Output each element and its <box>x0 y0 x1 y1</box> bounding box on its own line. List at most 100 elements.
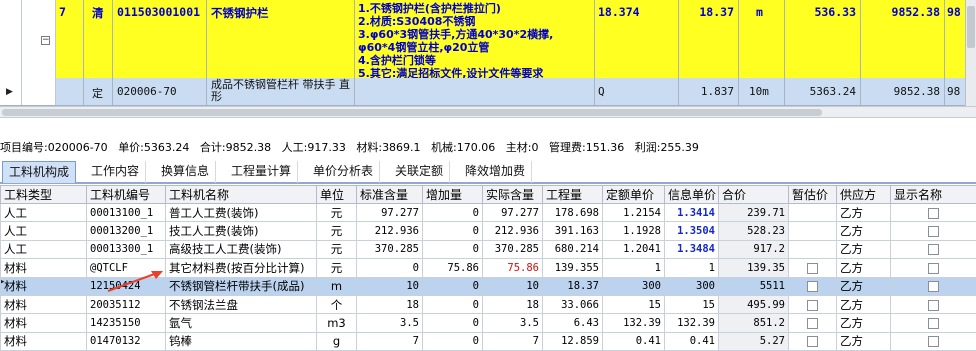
actual-qty-cell[interactable]: 97.277 <box>482 202 543 223</box>
provisional-checkbox[interactable] <box>807 262 818 274</box>
resource-name-cell[interactable]: 氩气 <box>165 313 317 333</box>
resource-name-cell[interactable]: 普工人工费(装饰) <box>165 202 317 223</box>
provisional-checkbox[interactable] <box>807 336 818 348</box>
resource-type-cell[interactable]: 人工 <box>0 239 87 260</box>
added-qty-cell[interactable]: 0 <box>422 239 483 260</box>
standard-qty-cell[interactable]: 3.5 <box>356 313 423 333</box>
provisional-checkbox[interactable] <box>807 281 818 293</box>
quota-price-cell[interactable]: 1.2041 <box>602 239 665 260</box>
info-price-cell[interactable]: 132.39 <box>664 313 719 333</box>
col-header-provisional[interactable]: 暂估价 <box>788 185 837 204</box>
unit-cell[interactable]: g <box>316 331 357 351</box>
supplier-cell[interactable]: 乙方 <box>836 331 891 351</box>
table-row[interactable]: 人工 00013100_1 普工人工费(装饰) 元 97.277 0 97.277 178.6… <box>0 202 976 223</box>
col-header-quantity[interactable]: 工程量 <box>542 185 603 204</box>
resource-type-cell[interactable]: 材料 <box>0 294 87 315</box>
tab-work-content[interactable]: 工作内容 <box>85 161 147 183</box>
show-name-checkbox[interactable] <box>928 207 939 219</box>
quota-row[interactable]: 定 020006-70 成品不锈钢管栏杆 带扶手 直形 Q 1.837 10m … <box>0 78 965 105</box>
actual-qty-cell[interactable]: 7 <box>482 331 543 351</box>
resource-code-cell[interactable]: 14235150 <box>86 313 166 333</box>
added-qty-cell[interactable]: 0 <box>422 221 483 241</box>
quantity-cell[interactable]: 18.37 <box>542 276 603 296</box>
quantity-cell[interactable]: 178.698 <box>542 202 603 223</box>
col-header-code[interactable]: 工料机编号 <box>86 185 166 204</box>
resource-type-cell[interactable]: 人工 <box>0 221 87 241</box>
col-header-unit[interactable]: 单位 <box>316 185 357 204</box>
supplier-cell[interactable]: 乙方 <box>836 313 891 333</box>
table-row[interactable]: 人工 00013300_1 高级技工人工费(装饰) 元 370.285 0 370.285 6… <box>0 239 976 260</box>
quota-price-cell[interactable]: 132.39 <box>602 313 665 333</box>
resource-code-cell[interactable]: 00013100_1 <box>86 202 166 223</box>
bill-item-row[interactable]: 7 清 011503001001 不锈钢护栏 1.不锈钢护栏(含护栏推拉门) 2.… <box>0 0 965 78</box>
vertical-scrollbar[interactable] <box>965 0 976 106</box>
info-price-cell[interactable]: 300 <box>664 276 719 296</box>
unit-cell[interactable]: m3 <box>316 313 357 333</box>
amount-cell[interactable]: 5511 <box>718 276 789 296</box>
amount-cell[interactable]: 139.35 <box>718 258 789 278</box>
resource-code-cell[interactable]: 01470132 <box>86 331 166 351</box>
quota-price-cell[interactable]: 300 <box>602 276 665 296</box>
col-header-standard-qty[interactable]: 标准含量 <box>356 185 423 204</box>
added-qty-cell[interactable]: 0 <box>422 313 483 333</box>
tab-resource-composition[interactable]: 工料机构成 <box>2 161 77 183</box>
info-price-cell[interactable]: 1 <box>664 258 719 278</box>
show-name-checkbox[interactable] <box>928 299 939 311</box>
show-name-checkbox[interactable] <box>928 262 939 274</box>
quantity-cell[interactable]: 6.43 <box>542 313 603 333</box>
quota-price-cell[interactable]: 1 <box>602 258 665 278</box>
col-header-info-price[interactable]: 信息单价 <box>664 185 719 204</box>
quota-price-cell[interactable]: 1.1928 <box>602 221 665 241</box>
show-name-checkbox[interactable] <box>928 226 939 238</box>
resource-name-cell[interactable]: 其它材料费(按百分比计算) <box>165 258 317 278</box>
show-name-checkbox[interactable] <box>928 244 939 256</box>
show-name-checkbox[interactable] <box>928 317 939 329</box>
amount-cell[interactable]: 851.2 <box>718 313 789 333</box>
show-name-checkbox[interactable] <box>928 281 939 293</box>
standard-qty-cell[interactable]: 7 <box>356 331 423 351</box>
actual-qty-cell[interactable]: 370.285 <box>482 239 543 260</box>
resource-code-cell[interactable]: 00013300_1 <box>86 239 166 260</box>
tab-efficiency-surcharge[interactable]: 降效增加费 <box>459 161 533 183</box>
quantity-cell[interactable]: 12.859 <box>542 331 603 351</box>
resource-code-cell[interactable]: 00013200_1 <box>86 221 166 241</box>
resource-name-cell[interactable]: 不锈钢管栏杆带扶手(成品) <box>165 276 317 296</box>
amount-cell[interactable]: 495.99 <box>718 294 789 315</box>
info-price-cell[interactable]: 15 <box>664 294 719 315</box>
unit-cell[interactable]: 元 <box>316 202 357 223</box>
info-price-cell[interactable]: 1.3504 <box>664 221 719 241</box>
resource-name-cell[interactable]: 不锈钢法兰盘 <box>165 294 317 315</box>
table-row[interactable]: 材料 20035112 不锈钢法兰盘个 18 0 18 33.066 15 15 495.99 乙方 <box>0 294 976 315</box>
table-row[interactable]: 材料 @QTCLF 其它材料费(按百分比计算) 元 0 75.86 75.86 139.355… <box>0 258 976 278</box>
quantity-cell[interactable]: 33.066 <box>542 294 603 315</box>
actual-qty-cell[interactable]: 3.5 <box>482 313 543 333</box>
info-price-cell[interactable]: 1.3484 <box>664 239 719 260</box>
resource-type-cell[interactable]: 材料 <box>0 313 87 333</box>
standard-qty-cell[interactable]: 10 <box>356 276 423 296</box>
collapse-toggle-icon[interactable]: − <box>41 36 50 45</box>
actual-qty-cell[interactable]: 10 <box>482 276 543 296</box>
info-price-cell[interactable]: 1.3414 <box>664 202 719 223</box>
unit-cell[interactable]: m <box>316 276 357 296</box>
info-price-cell[interactable]: 0.41 <box>664 331 719 351</box>
col-header-show-name[interactable]: 显示名称 <box>890 185 976 204</box>
quota-price-cell[interactable]: 0.41 <box>602 331 665 351</box>
quantity-cell[interactable]: 391.163 <box>542 221 603 241</box>
resource-type-cell[interactable]: 材料 <box>0 276 87 296</box>
supplier-cell[interactable]: 乙方 <box>836 202 891 223</box>
added-qty-cell[interactable]: 0 <box>422 331 483 351</box>
quota-price-cell[interactable]: 1.2154 <box>602 202 665 223</box>
provisional-checkbox[interactable] <box>807 299 818 311</box>
resource-type-cell[interactable]: 人工 <box>0 202 87 223</box>
standard-qty-cell[interactable]: 97.277 <box>356 202 423 223</box>
amount-cell[interactable]: 917.2 <box>718 239 789 260</box>
col-header-added-qty[interactable]: 增加量 <box>422 185 483 204</box>
actual-qty-cell[interactable]: 75.86 <box>482 258 543 278</box>
amount-cell[interactable]: 239.71 <box>718 202 789 223</box>
unit-cell[interactable]: 个 <box>316 294 357 315</box>
table-row[interactable]: 材料12150424不锈钢管栏杆带扶手(成品)m1001018.37300300… <box>0 276 976 296</box>
unit-cell[interactable]: 元 <box>316 258 357 278</box>
standard-qty-cell[interactable]: 370.285 <box>356 239 423 260</box>
resource-name-cell[interactable]: 技工人工费(装饰) <box>165 221 317 241</box>
tab-quantity-calc[interactable]: 工程量计算 <box>225 161 299 183</box>
